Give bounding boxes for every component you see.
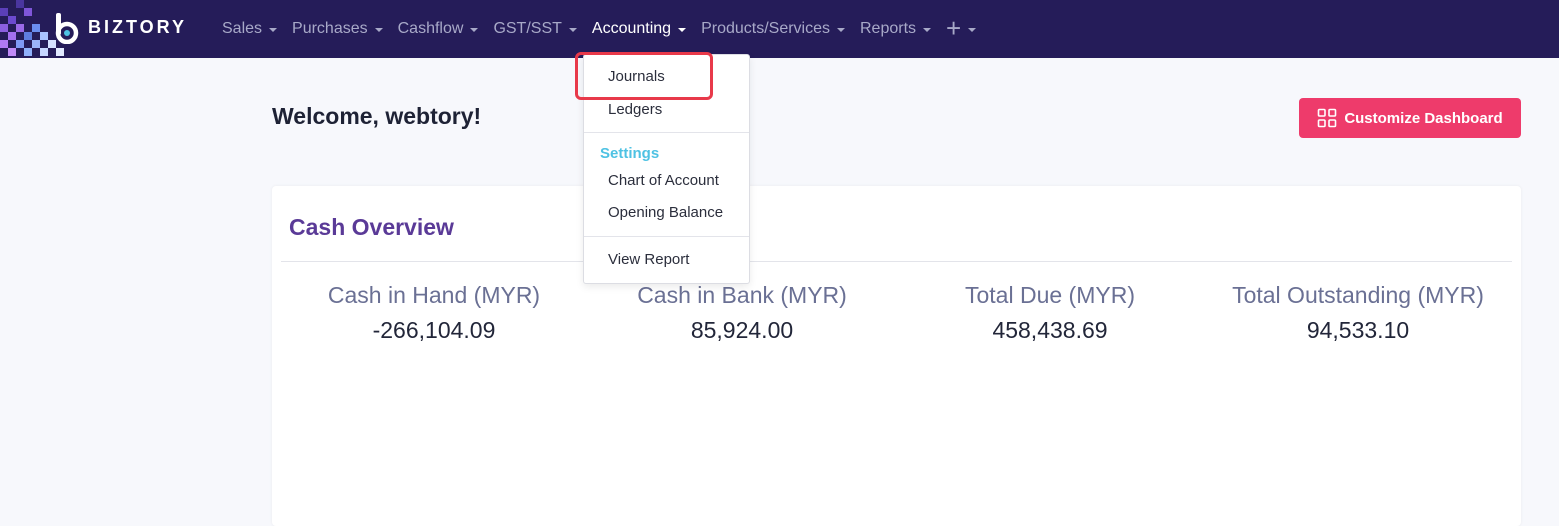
main-menu: Sales Purchases Cashflow GST/SST Account…: [222, 0, 991, 58]
menu-item-ledgers[interactable]: Ledgers: [608, 101, 662, 118]
metric-value: 458,438.69: [992, 317, 1108, 343]
menu-item-opening-balance[interactable]: Opening Balance: [608, 204, 723, 221]
metric-total-outstanding: Total Outstanding (MYR) 94,533.10: [1204, 282, 1512, 343]
chevron-down-icon: [269, 28, 278, 32]
grid-icon: [1318, 108, 1337, 128]
nav-cashflow-label: Cashflow: [397, 20, 464, 37]
menu-divider: [584, 132, 749, 133]
chevron-down-icon: [837, 28, 845, 32]
metric-value: 94,533.10: [1306, 317, 1410, 343]
metric-label: Cash in Hand (MYR): [327, 282, 541, 308]
menu-item-view-report[interactable]: View Report: [608, 251, 689, 268]
metric-label: Total Due (MYR): [965, 282, 1135, 308]
nav-accounting[interactable]: Accounting: [591, 20, 687, 38]
welcome-heading: Welcome, webtory!: [272, 103, 482, 129]
chevron-down-icon: [678, 28, 687, 32]
chevron-down-icon: [374, 28, 383, 32]
menu-item-journals[interactable]: Journals: [608, 68, 665, 85]
nav-reports[interactable]: Reports: [860, 20, 932, 38]
metric-value: -266,104.09: [372, 317, 496, 343]
accounting-dropdown-menu: Journals Ledgers Settings Chart of Accou…: [583, 54, 750, 284]
nav-sales-label: Sales: [222, 20, 263, 37]
top-navbar: BIZTORY Sales Purchases Cashflow GST/SST…: [0, 0, 1559, 58]
cash-metrics: Cash in Hand (MYR) -266,104.09 Cash in B…: [272, 282, 1521, 343]
nav-purchases-label: Purchases: [292, 20, 368, 37]
card-title: Cash Overview: [289, 214, 454, 240]
nav-gst-sst[interactable]: GST/SST: [493, 20, 577, 38]
brand-name: BIZTORY: [88, 16, 188, 37]
nav-products-services-label: Products/Services: [701, 20, 830, 37]
nav-products-services[interactable]: Products/Services: [701, 20, 845, 38]
metric-value: 85,924.00: [690, 317, 794, 343]
metric-label: Total Outstanding (MYR): [1232, 282, 1484, 308]
nav-purchases[interactable]: Purchases: [292, 20, 383, 38]
brand-logo[interactable]: BIZTORY: [52, 12, 187, 44]
cash-overview-card: Cash Overview Cash in Hand (MYR) -266,10…: [272, 186, 1521, 526]
nav-gst-sst-label: GST/SST: [493, 20, 562, 37]
menu-section-settings: Settings: [600, 145, 660, 162]
chevron-down-icon: [923, 28, 932, 32]
menu-divider: [584, 236, 749, 237]
plus-icon: +: [946, 13, 962, 43]
divider: [281, 261, 1512, 262]
metric-label: Cash in Bank (MYR): [637, 282, 847, 308]
customize-dashboard-label: Customize Dashboard: [1344, 109, 1503, 127]
metric-total-due: Total Due (MYR) 458,438.69: [896, 282, 1204, 343]
biztory-logo-icon: [55, 13, 79, 44]
metric-cash-in-bank: Cash in Bank (MYR) 85,924.00: [588, 282, 896, 343]
chevron-down-icon: [470, 28, 479, 32]
chevron-down-icon: [968, 28, 977, 32]
menu-item-chart-of-account[interactable]: Chart of Account: [608, 172, 719, 189]
nav-reports-label: Reports: [860, 20, 917, 37]
nav-add-menu[interactable]: +: [946, 13, 977, 43]
chevron-down-icon: [568, 28, 577, 32]
metric-cash-in-hand: Cash in Hand (MYR) -266,104.09: [280, 282, 588, 343]
customize-dashboard-button[interactable]: Customize Dashboard: [1299, 98, 1521, 138]
nav-sales[interactable]: Sales: [222, 20, 278, 38]
nav-cashflow[interactable]: Cashflow: [398, 20, 479, 38]
nav-accounting-label: Accounting: [591, 20, 672, 37]
